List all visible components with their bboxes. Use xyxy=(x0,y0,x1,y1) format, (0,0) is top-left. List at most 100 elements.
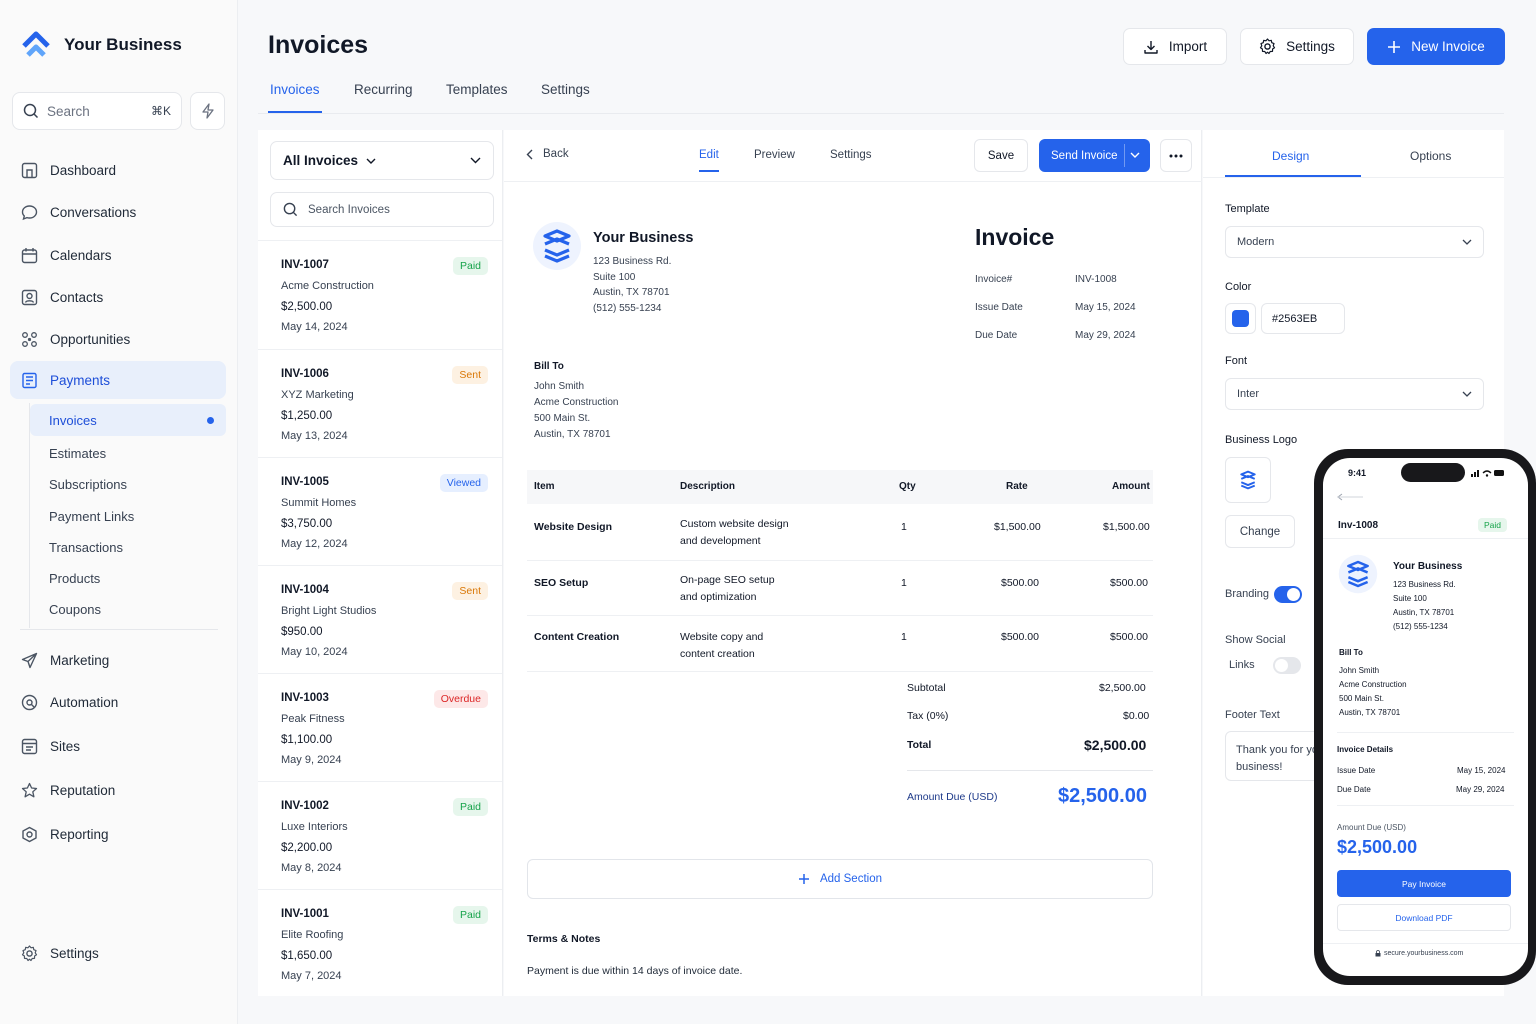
invoice-search-input[interactable]: Search Invoices xyxy=(270,192,494,227)
bill-to-address-1: 500 Main St. xyxy=(534,413,591,424)
business-phone: (512) 555-1234 xyxy=(593,303,662,314)
meta-label: Invoice# xyxy=(975,274,1013,285)
nav-contacts[interactable]: Contacts xyxy=(10,278,226,316)
nav-opportunities[interactable]: Opportunities xyxy=(10,320,226,358)
nav-payments[interactable]: Payments xyxy=(10,361,226,399)
sub-subscriptions[interactable]: Subscriptions xyxy=(49,477,127,492)
subtotal-label: Subtotal xyxy=(907,682,946,694)
phone-due-label: Due Date xyxy=(1337,785,1371,794)
tab-settings[interactable]: Settings xyxy=(541,82,590,97)
status-badge: Overdue xyxy=(433,690,488,708)
template-select[interactable]: Modern xyxy=(1225,226,1484,258)
dynamic-island xyxy=(1401,463,1465,482)
business-name: Your Business xyxy=(593,230,694,246)
tab-design[interactable]: Design xyxy=(1272,149,1309,163)
tab-templates[interactable]: Templates xyxy=(446,82,508,97)
nav-reporting[interactable]: Reporting xyxy=(10,815,226,853)
phone-bill-to-addr1: 500 Main St. xyxy=(1339,694,1384,703)
payments-icon xyxy=(21,372,38,389)
phone-invoice-details-label: Invoice Details xyxy=(1337,745,1394,754)
save-button[interactable]: Save xyxy=(974,139,1028,172)
chevron-left-icon[interactable] xyxy=(1337,493,1365,501)
invoice-amount: $1,100.00 xyxy=(281,734,333,746)
pay-invoice-button[interactable]: Pay Invoice xyxy=(1337,870,1511,897)
color-hex-input[interactable]: #2563EB xyxy=(1261,303,1345,334)
phone-business-phone: (512) 555-1234 xyxy=(1393,622,1448,631)
font-select[interactable]: Inter xyxy=(1225,378,1484,410)
contacts-icon xyxy=(21,289,38,306)
nav-sites[interactable]: Sites xyxy=(10,727,226,765)
chevron-down-icon[interactable] xyxy=(1130,152,1140,158)
nav-calendars[interactable]: Calendars xyxy=(10,236,226,274)
send-invoice-button[interactable]: Send Invoice xyxy=(1039,139,1150,172)
download-pdf-button[interactable]: Download PDF xyxy=(1337,904,1511,931)
invoice-number: INV-1005 xyxy=(281,476,329,488)
terms-text[interactable]: Payment is due within 14 days of invoice… xyxy=(527,965,742,977)
branding-toggle[interactable] xyxy=(1274,586,1302,603)
color-swatch[interactable] xyxy=(1225,303,1256,334)
invoice-number: INV-1007 xyxy=(281,259,329,271)
settings-button[interactable]: Settings xyxy=(1240,28,1354,65)
tab-options[interactable]: Options xyxy=(1410,149,1451,163)
invoice-list-item[interactable]: INV-1004 Sent Bright Light Studios $950.… xyxy=(258,565,502,673)
tab-preview[interactable]: Preview xyxy=(754,149,795,161)
total-divider xyxy=(907,770,1153,771)
sub-invoices[interactable]: Invoices xyxy=(49,413,97,428)
import-label: Import xyxy=(1168,39,1208,54)
plus-icon xyxy=(1387,40,1401,54)
invoice-list-item[interactable]: INV-1001 Paid Elite Roofing $1,650.00 Ma… xyxy=(258,889,502,997)
invoice-number: INV-1006 xyxy=(281,368,329,380)
social-links-toggle[interactable] xyxy=(1273,657,1301,674)
template-label: Template xyxy=(1225,203,1270,215)
dashboard-icon xyxy=(21,162,38,179)
tab-editor-settings[interactable]: Settings xyxy=(830,149,872,161)
invoice-amount: $2,200.00 xyxy=(281,842,333,854)
brand[interactable]: Your Business xyxy=(20,30,182,60)
invoice-list-item[interactable]: INV-1007 Paid Acme Construction $2,500.0… xyxy=(258,240,502,348)
invoice-number: INV-1003 xyxy=(281,692,329,704)
quick-actions-button[interactable] xyxy=(190,92,225,130)
invoice-list-item[interactable]: INV-1005 Viewed Summit Homes $3,750.00 M… xyxy=(258,457,502,565)
nav-reputation[interactable]: Reputation xyxy=(10,771,226,809)
search-icon xyxy=(23,103,39,119)
invoice-amount: $1,650.00 xyxy=(281,950,333,962)
business-address-2: Suite 100 xyxy=(593,272,636,283)
invoice-list-item[interactable]: INV-1003 Overdue Peak Fitness $1,100.00 … xyxy=(258,673,502,781)
sub-products[interactable]: Products xyxy=(49,571,100,586)
invoice-list-item[interactable]: INV-1002 Paid Luxe Interiors $2,200.00 M… xyxy=(258,781,502,889)
change-logo-button[interactable]: Change xyxy=(1225,515,1295,548)
invoice-number: INV-1002 xyxy=(281,800,329,812)
more-options-button[interactable] xyxy=(1160,139,1192,172)
nav-settings[interactable]: Settings xyxy=(10,934,226,972)
row-desc-1: On-page SEO setup xyxy=(680,574,775,586)
row-amount: $500.00 xyxy=(1110,631,1148,643)
color-swatch-fill xyxy=(1232,310,1249,327)
invoice-number: INV-1004 xyxy=(281,584,329,596)
sub-transactions[interactable]: Transactions xyxy=(49,540,123,555)
tab-invoices[interactable]: Invoices xyxy=(270,82,320,97)
row-rate: $1,500.00 xyxy=(994,521,1041,533)
phone-url-bar: secure.yourbusiness.com xyxy=(1375,950,1463,957)
nav-automation[interactable]: Automation xyxy=(10,683,226,721)
nav-conversations[interactable]: Conversations xyxy=(10,193,226,231)
phone-bill-to-company: Acme Construction xyxy=(1339,680,1407,689)
star-icon xyxy=(21,782,38,799)
import-button[interactable]: Import xyxy=(1123,28,1227,65)
nav-marketing[interactable]: Marketing xyxy=(10,641,226,679)
sidebar-search[interactable]: Search ⌘K xyxy=(12,92,182,130)
row-item: Website Design xyxy=(534,521,612,533)
new-invoice-button[interactable]: New Invoice xyxy=(1367,28,1505,65)
sites-icon xyxy=(21,738,38,755)
add-section-button[interactable]: Add Section xyxy=(527,859,1153,899)
sub-coupons[interactable]: Coupons xyxy=(49,602,101,617)
nav-dashboard[interactable]: Dashboard xyxy=(10,151,226,189)
row-amount: $1,500.00 xyxy=(1103,521,1150,533)
tab-recurring[interactable]: Recurring xyxy=(354,82,413,97)
status-badge: Sent xyxy=(452,366,488,384)
tab-edit[interactable]: Edit xyxy=(699,149,719,161)
sub-estimates[interactable]: Estimates xyxy=(49,446,106,461)
invoice-list-item[interactable]: INV-1006 Sent XYZ Marketing $1,250.00 Ma… xyxy=(258,349,502,457)
back-button[interactable]: Back xyxy=(526,148,569,160)
sub-payment-links[interactable]: Payment Links xyxy=(49,509,134,524)
invoice-filter-select[interactable]: All Invoices xyxy=(270,141,494,180)
